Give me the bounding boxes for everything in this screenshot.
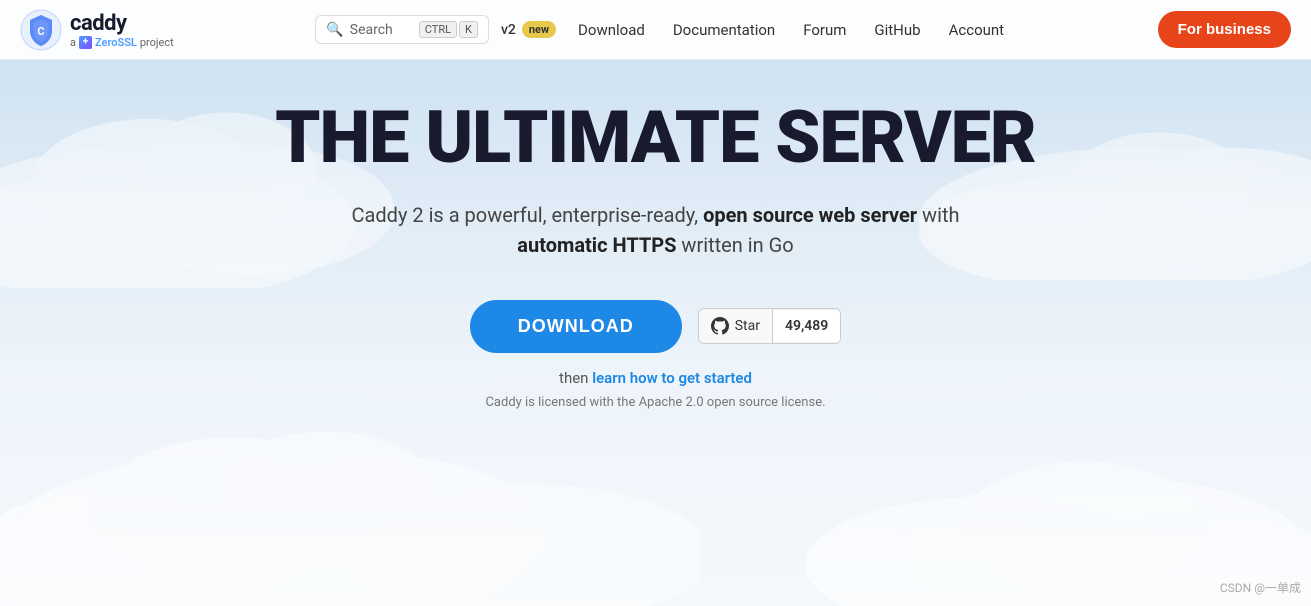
v2-badge-wrap: v2 new <box>501 21 556 38</box>
nav-account[interactable]: Account <box>937 15 1017 45</box>
svg-text:C: C <box>37 25 44 38</box>
hero-section: THE ULTIMATE SERVER Caddy 2 is a powerfu… <box>0 60 1311 430</box>
github-icon <box>711 317 729 335</box>
star-count[interactable]: 49,489 <box>773 310 840 342</box>
nav-documentation[interactable]: Documentation <box>661 15 787 45</box>
kbd-k: K <box>459 21 478 38</box>
hero-subtitle: Caddy 2 is a powerful, enterprise-ready,… <box>336 200 976 260</box>
hero-license: Caddy is licensed with the Apache 2.0 op… <box>485 395 825 410</box>
nav-github[interactable]: GitHub <box>862 15 932 45</box>
learn-link[interactable]: learn how to get started <box>592 369 752 387</box>
hero-actions: DOWNLOAD Star 49,489 <box>470 300 842 353</box>
download-button[interactable]: DOWNLOAD <box>470 300 682 353</box>
star-label: Star <box>735 318 760 334</box>
nav-right: For business <box>1158 11 1291 48</box>
logo-subtitle: a ZeroSSL project <box>70 36 174 49</box>
search-label: Search <box>350 22 393 38</box>
github-star-widget: Star 49,489 <box>698 308 842 344</box>
zerossl-icon <box>79 36 92 49</box>
logo-sub-a: a <box>70 36 76 49</box>
hero-title: THE ULTIMATE SERVER <box>275 100 1036 176</box>
nav-download[interactable]: Download <box>566 15 657 45</box>
search-box[interactable]: 🔍 Search CTRL K <box>315 15 489 44</box>
logo-project: project <box>140 36 174 49</box>
nav-forum[interactable]: Forum <box>791 15 858 45</box>
kbd-ctrl: CTRL <box>419 21 457 38</box>
search-shortcut: CTRL K <box>419 21 478 38</box>
hero-subtitle-bold1: open source web server <box>703 203 917 227</box>
logo-text: caddy a ZeroSSL project <box>70 11 174 49</box>
nav-center: 🔍 Search CTRL K v2 new Download Document… <box>315 15 1016 45</box>
new-badge: new <box>522 21 556 38</box>
logo-caddy-text: caddy <box>70 11 174 36</box>
search-icon: 🔍 <box>326 22 343 38</box>
logo-link[interactable]: C caddy a ZeroSSL project <box>20 9 174 51</box>
star-button[interactable]: Star <box>699 309 773 343</box>
for-business-button[interactable]: For business <box>1158 11 1291 48</box>
caddy-logo-icon: C <box>20 9 62 51</box>
hero-learn: then learn how to get started <box>559 369 752 387</box>
hero-subtitle-bold2: automatic HTTPS <box>517 233 676 257</box>
v2-label: v2 <box>501 22 516 38</box>
cloud-bottom-right <box>691 420 1311 606</box>
hero-learn-prefix: then <box>559 369 588 387</box>
zerossl-text: ZeroSSL <box>95 36 137 49</box>
navbar: C caddy a ZeroSSL project 🔍 Search CTRL … <box>0 0 1311 60</box>
watermark: CSDN @一单成 <box>1220 579 1301 596</box>
